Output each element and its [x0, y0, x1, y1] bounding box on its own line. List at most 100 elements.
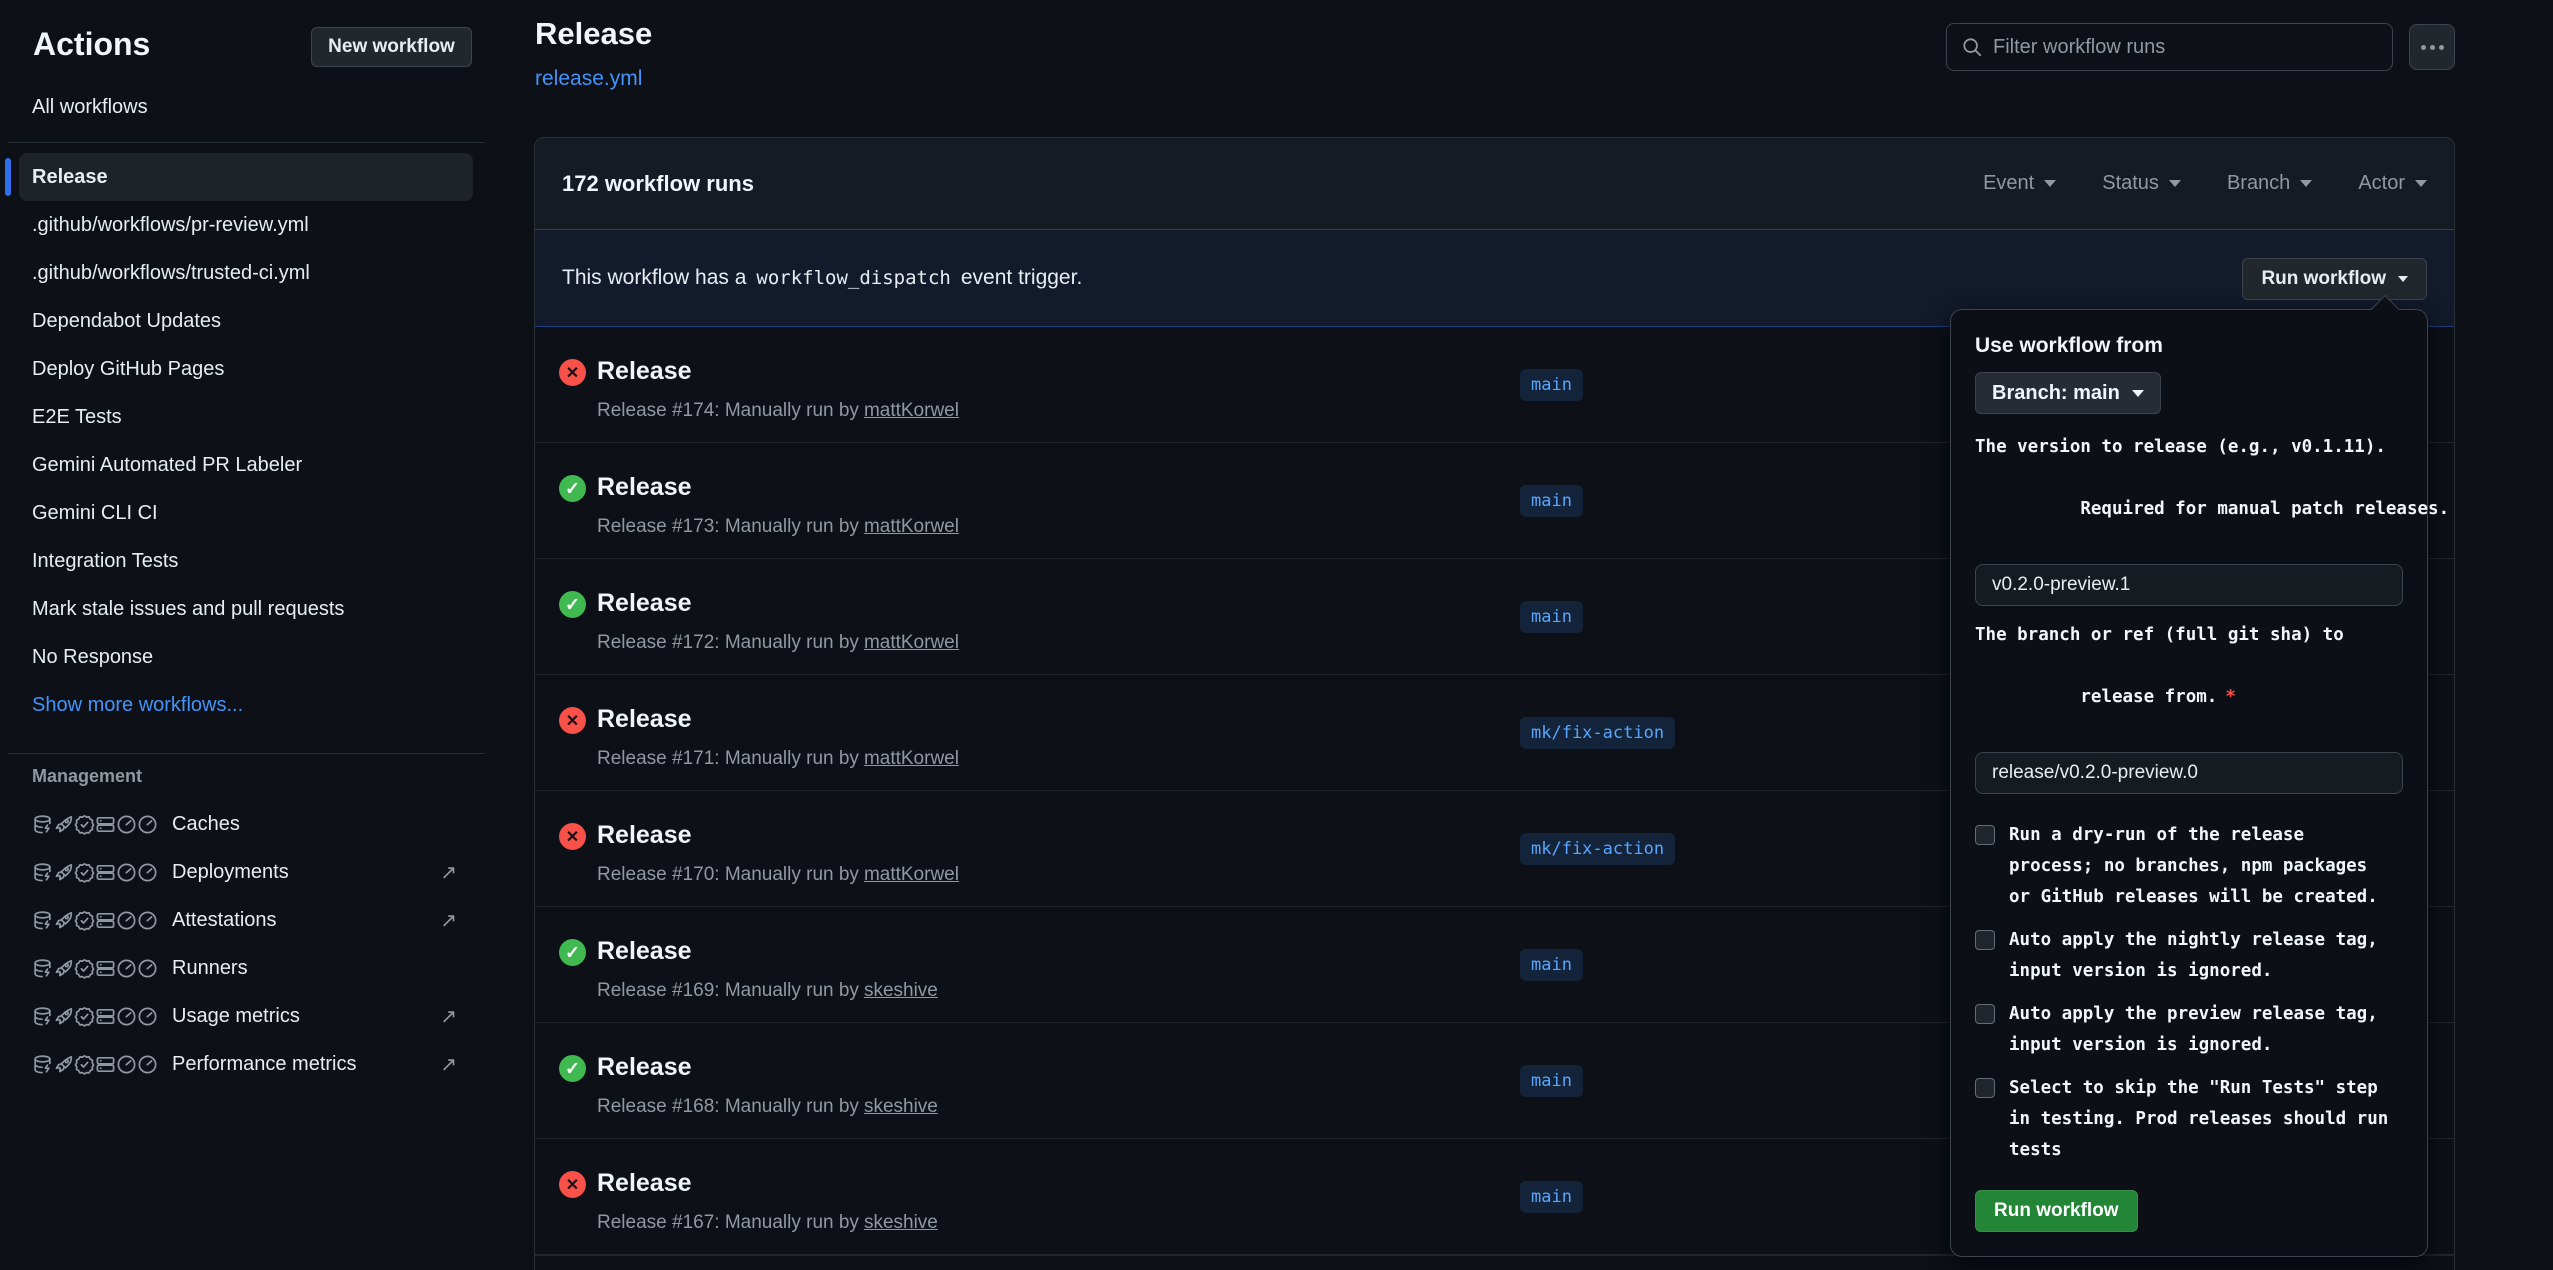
checkbox[interactable] [1975, 1078, 1995, 1098]
management-list: Caches Deployments A [19, 800, 473, 1088]
management-item[interactable]: Caches [19, 800, 473, 848]
meter-icon [137, 862, 158, 883]
chevron-down-icon [2300, 180, 2312, 187]
run-title-link[interactable]: Release [597, 937, 692, 966]
next-row-divider [535, 1255, 2454, 1270]
branch-pill[interactable]: main [1520, 1065, 1583, 1097]
caches-icon [32, 958, 53, 979]
run-actor-link[interactable]: mattKorwel [864, 400, 959, 421]
run-description: Release #174: Manually run bymattKorwel [597, 400, 959, 422]
run-workflow-button-label: Run workflow [2261, 268, 2386, 290]
branch-pill[interactable]: main [1520, 601, 1583, 633]
run-title-link[interactable]: Release [597, 589, 692, 618]
run-title-link[interactable]: Release [597, 821, 692, 850]
rocket-icon [53, 910, 74, 931]
workflow-input[interactable] [1975, 564, 2403, 606]
management-header: Management [32, 766, 142, 787]
management-item[interactable]: Usage metrics [19, 992, 473, 1040]
banner-text: event trigger. [961, 266, 1082, 290]
sidebar-workflow-item[interactable]: .github/workflows/trusted-ci.yml [19, 249, 473, 297]
checkbox[interactable] [1975, 1004, 1995, 1024]
filter-label: Status [2102, 172, 2159, 195]
filter-dropdown[interactable]: Actor [2358, 172, 2427, 195]
workflow-item-label: Integration Tests [32, 550, 178, 573]
filter-dropdown[interactable]: Branch [2227, 172, 2312, 195]
page-kebab-menu-button[interactable] [2409, 24, 2455, 70]
run-description: Release #173: Manually run bymattKorwel [597, 516, 959, 538]
branch-pill[interactable]: main [1520, 369, 1583, 401]
branch-pill[interactable]: main [1520, 485, 1583, 517]
caches-icon [32, 1054, 53, 1075]
management-item-label: Performance metrics [172, 1053, 357, 1076]
run-actor-link[interactable]: mattKorwel [864, 864, 959, 885]
workflow-item-label: Mark stale issues and pull requests [32, 598, 344, 621]
management-item-label: Deployments [172, 861, 289, 884]
branch-pill[interactable]: mk/fix-action [1520, 717, 1675, 749]
status-icon [559, 1055, 586, 1082]
field-description-last-line: Required for manual patch releases. [1975, 463, 2403, 556]
run-actor-link[interactable]: mattKorwel [864, 516, 959, 537]
search-input[interactable] [1993, 36, 2378, 59]
banner-text: This workflow has a [562, 266, 746, 290]
checkbox-label: Auto apply the nightly release tag,input… [2009, 925, 2378, 987]
branch-pill[interactable]: mk/fix-action [1520, 833, 1675, 865]
run-description: Release #167: Manually run byskeshive [597, 1212, 938, 1234]
run-title-link[interactable]: Release [597, 473, 692, 502]
actions-sidebar: Actions New workflow All workflows Relea… [0, 0, 497, 1270]
caches-icon [32, 862, 53, 883]
run-title-link[interactable]: Release [597, 1053, 692, 1082]
checkbox[interactable] [1975, 930, 1995, 950]
chevron-down-icon [2044, 180, 2056, 187]
workflow-file-link[interactable]: release.yml [535, 67, 642, 91]
run-description-text: Release #174: Manually run by [597, 400, 859, 421]
run-actor-link[interactable]: skeshive [864, 980, 938, 1001]
management-item[interactable]: Attestations [19, 896, 473, 944]
run-workflow-submit-button[interactable]: Run workflow [1975, 1190, 2138, 1232]
filter-dropdown[interactable]: Event [1983, 172, 2056, 195]
workflow-input[interactable] [1975, 752, 2403, 794]
sidebar-divider [8, 753, 485, 754]
run-title-link[interactable]: Release [597, 705, 692, 734]
meter-icon [137, 958, 158, 979]
management-item[interactable]: Deployments [19, 848, 473, 896]
branch-pill[interactable]: main [1520, 1181, 1583, 1213]
filter-runs-search[interactable] [1946, 23, 2393, 71]
checkbox[interactable] [1975, 825, 1995, 845]
field-description: The branch or ref (full git sha) to [1975, 620, 2403, 651]
popover-checkboxes: Run a dry-run of the releaseprocess; no … [1975, 820, 2403, 1166]
branch-pill[interactable]: main [1520, 949, 1583, 981]
page-title: Release [535, 16, 652, 52]
sidebar-workflow-item[interactable]: Gemini Automated PR Labeler [19, 441, 473, 489]
filter-label: Branch [2227, 172, 2290, 195]
field-description-text: Required for manual patch releases. [2080, 499, 2449, 519]
sidebar-workflow-item[interactable]: Integration Tests [19, 537, 473, 585]
run-actor-link[interactable]: mattKorwel [864, 632, 959, 653]
run-actor-link[interactable]: skeshive [864, 1096, 938, 1117]
verified-icon [74, 910, 95, 931]
status-icon [559, 359, 586, 386]
sidebar-item-all-workflows[interactable]: All workflows [19, 84, 473, 130]
banner-code: workflow_dispatch [756, 267, 950, 289]
new-workflow-button[interactable]: New workflow [311, 27, 472, 67]
management-item[interactable]: Runners [19, 944, 473, 992]
filter-dropdown[interactable]: Status [2102, 172, 2181, 195]
sidebar-workflow-item[interactable]: Dependabot Updates [19, 297, 473, 345]
management-item[interactable]: Performance metrics [19, 1040, 473, 1088]
run-actor-link[interactable]: mattKorwel [864, 748, 959, 769]
run-title-link[interactable]: Release [597, 357, 692, 386]
run-workflow-dropdown-button[interactable]: Run workflow [2242, 258, 2427, 300]
sidebar-workflow-item[interactable]: Mark stale issues and pull requests [19, 585, 473, 633]
sidebar-workflow-item[interactable]: Release [19, 153, 473, 201]
sidebar-workflow-item[interactable]: No Response [19, 633, 473, 681]
sidebar-workflow-item[interactable]: Gemini CLI CI [19, 489, 473, 537]
sidebar-workflow-item[interactable]: .github/workflows/pr-review.yml [19, 201, 473, 249]
show-more-workflows-link[interactable]: Show more workflows... [19, 681, 473, 729]
branch-selector-button[interactable]: Branch: main [1975, 372, 2161, 414]
run-actor-link[interactable]: skeshive [864, 1212, 938, 1233]
field-description: The version to release (e.g., v0.1.11). [1975, 432, 2403, 463]
rocket-icon [53, 862, 74, 883]
filter-label: Event [1983, 172, 2034, 195]
sidebar-workflow-item[interactable]: Deploy GitHub Pages [19, 345, 473, 393]
run-title-link[interactable]: Release [597, 1169, 692, 1198]
sidebar-workflow-item[interactable]: E2E Tests [19, 393, 473, 441]
